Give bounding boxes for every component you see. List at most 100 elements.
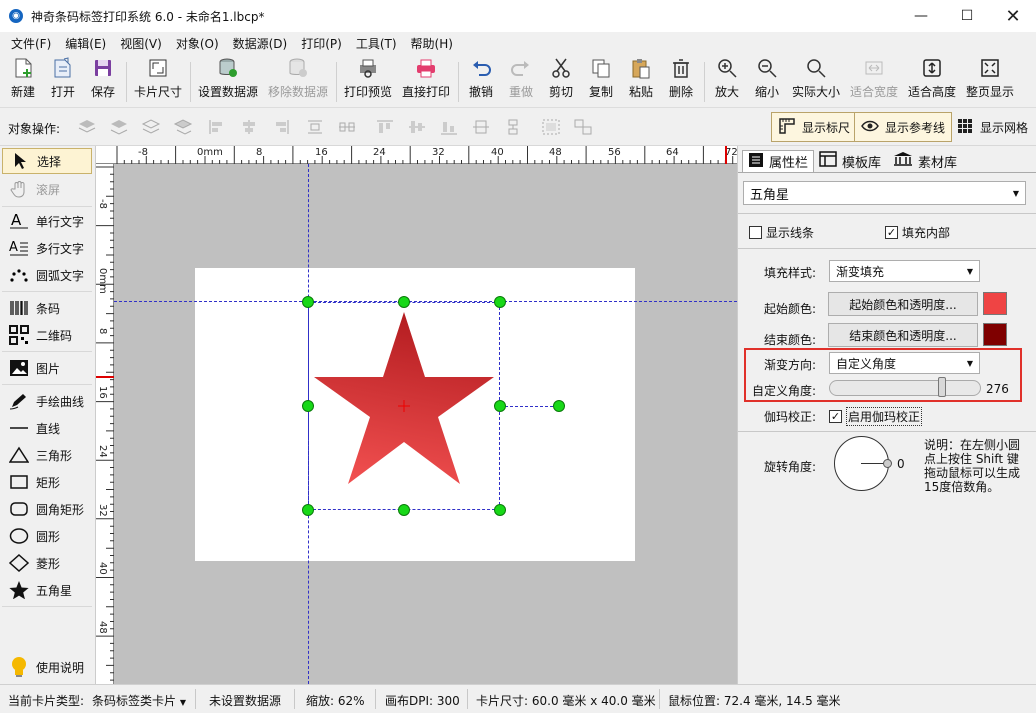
tab-templates[interactable]: 模板库 bbox=[814, 150, 886, 172]
bring-forward-icon[interactable] bbox=[108, 117, 130, 137]
align-middle-icon[interactable] bbox=[406, 117, 428, 137]
same-width-icon[interactable] bbox=[470, 117, 492, 137]
minimize-button[interactable]: — bbox=[898, 0, 944, 32]
menu-datasource[interactable]: 数据源(D) bbox=[226, 32, 295, 56]
show-guides-toggle[interactable]: 显示参考线 bbox=[854, 112, 953, 142]
rectangle-tool[interactable]: 矩形 bbox=[2, 469, 92, 495]
group-icon[interactable] bbox=[540, 117, 562, 137]
card-type-dropdown[interactable]: 条码标签类卡片 ▼ bbox=[92, 692, 186, 709]
menu-edit[interactable]: 编辑(E) bbox=[58, 32, 113, 56]
menu-help[interactable]: 帮助(H) bbox=[404, 32, 460, 56]
resize-handle-n[interactable] bbox=[398, 296, 410, 308]
distribute-horizontal-icon[interactable] bbox=[336, 117, 358, 137]
rotation-dial-knob[interactable] bbox=[883, 459, 892, 468]
multi-line-text-tool[interactable]: A 多行文字 bbox=[2, 235, 92, 261]
cut-button[interactable]: 剪切 bbox=[542, 56, 580, 106]
star-shape[interactable] bbox=[308, 302, 502, 512]
diamond-tool[interactable]: 菱形 bbox=[2, 550, 92, 576]
distribute-vertical-icon[interactable] bbox=[304, 117, 326, 137]
resize-handle-se[interactable] bbox=[494, 504, 506, 516]
print-preview-button[interactable]: 打印预览 bbox=[340, 56, 396, 106]
end-color-button[interactable]: 结束颜色和透明度... bbox=[828, 323, 978, 347]
select-tool[interactable]: 选择 bbox=[2, 148, 92, 174]
remove-datasource-button[interactable]: 移除数据源 bbox=[264, 56, 332, 106]
send-to-back-icon[interactable] bbox=[172, 117, 194, 137]
show-border-checkbox[interactable]: 显示线条 bbox=[749, 224, 814, 241]
align-right-icon[interactable] bbox=[270, 117, 292, 137]
fill-inside-checkbox[interactable]: ✓ 填充内部 bbox=[885, 224, 950, 241]
same-height-icon[interactable] bbox=[502, 117, 524, 137]
card-size-button[interactable]: 卡片尺寸 bbox=[130, 56, 186, 106]
rounded-rectangle-tool[interactable]: 圆角矩形 bbox=[2, 496, 92, 522]
resize-handle-sw[interactable] bbox=[302, 504, 314, 516]
start-color-button[interactable]: 起始颜色和透明度... bbox=[828, 292, 978, 316]
tab-materials[interactable]: 素材库 bbox=[888, 150, 962, 172]
custom-angle-slider-thumb[interactable] bbox=[938, 377, 946, 397]
menu-tools[interactable]: 工具(T) bbox=[349, 32, 404, 56]
show-ruler-toggle[interactable]: 显示标尺 bbox=[771, 112, 858, 142]
menu-print[interactable]: 打印(P) bbox=[294, 32, 349, 56]
line-tool[interactable]: 直线 bbox=[2, 415, 92, 441]
menu-file[interactable]: 文件(F) bbox=[4, 32, 58, 56]
properties-panel: 属性栏 模板库 素材库 五角星 ▼ 显示线条 ✓ 填充内部 填充样式: 渐变填充 ▼ … bbox=[737, 146, 1036, 684]
arc-text-tool[interactable]: 圆弧文字 bbox=[2, 262, 92, 288]
object-type-select[interactable]: 五角星 ▼ bbox=[743, 181, 1026, 205]
barcode-tool[interactable]: 条码 bbox=[2, 295, 92, 321]
single-line-text-tool[interactable]: A 单行文字 bbox=[2, 208, 92, 234]
delete-button[interactable]: 删除 bbox=[662, 56, 700, 106]
end-color-swatch[interactable] bbox=[983, 323, 1007, 346]
database-remove-icon bbox=[286, 56, 310, 80]
zoom-in-button[interactable]: 放大 bbox=[708, 56, 746, 106]
align-top-icon[interactable] bbox=[374, 117, 396, 137]
align-center-icon[interactable] bbox=[238, 117, 260, 137]
triangle-tool[interactable]: 三角形 bbox=[2, 442, 92, 468]
help-tool[interactable]: 使用说明 bbox=[2, 654, 92, 680]
ungroup-icon[interactable] bbox=[572, 117, 594, 137]
fill-style-select[interactable]: 渐变填充 ▼ bbox=[829, 260, 980, 282]
resize-handle-nw[interactable] bbox=[302, 296, 314, 308]
direct-print-button[interactable]: 直接打印 bbox=[398, 56, 454, 106]
ruler-label: -8 bbox=[97, 199, 108, 209]
maximize-button[interactable]: ☐ bbox=[944, 0, 990, 32]
scroll-tool[interactable]: 滚屏 bbox=[2, 176, 92, 202]
copy-button[interactable]: 复制 bbox=[582, 56, 620, 106]
ellipse-tool[interactable]: 圆形 bbox=[2, 523, 92, 549]
fit-page-button[interactable]: 整页显示 bbox=[962, 56, 1018, 106]
zoom-out-button[interactable]: 缩小 bbox=[748, 56, 786, 106]
actual-size-button[interactable]: 实际大小 bbox=[788, 56, 844, 106]
set-datasource-button[interactable]: 设置数据源 bbox=[194, 56, 262, 106]
rotation-handle[interactable] bbox=[553, 400, 565, 412]
send-backward-icon[interactable] bbox=[140, 117, 162, 137]
custom-angle-slider-track[interactable] bbox=[829, 380, 981, 396]
rotation-connector bbox=[500, 406, 558, 407]
new-button[interactable]: 新建 bbox=[4, 56, 42, 106]
resize-handle-ne[interactable] bbox=[494, 296, 506, 308]
show-grid-toggle[interactable]: 显示网格 bbox=[950, 112, 1034, 142]
resize-handle-w[interactable] bbox=[302, 400, 314, 412]
fit-width-button[interactable]: 适合宽度 bbox=[846, 56, 902, 106]
bring-to-front-icon[interactable] bbox=[76, 117, 98, 137]
menu-object[interactable]: 对象(O) bbox=[169, 32, 226, 56]
fit-height-button[interactable]: 适合高度 bbox=[904, 56, 960, 106]
resize-handle-s[interactable] bbox=[398, 504, 410, 516]
undo-button[interactable]: 撤销 bbox=[462, 56, 500, 106]
tab-properties[interactable]: 属性栏 bbox=[742, 150, 815, 172]
close-button[interactable]: ✕ bbox=[990, 0, 1036, 32]
start-color-swatch[interactable] bbox=[983, 292, 1007, 315]
align-left-icon[interactable] bbox=[206, 117, 228, 137]
freehand-tool[interactable]: 手绘曲线 bbox=[2, 388, 92, 414]
save-button[interactable]: 保存 bbox=[84, 56, 122, 106]
align-bottom-icon[interactable] bbox=[438, 117, 460, 137]
resize-handle-e[interactable] bbox=[494, 400, 506, 412]
ruler-label: -8 bbox=[138, 147, 148, 158]
image-tool[interactable]: 图片 bbox=[2, 355, 92, 381]
paste-button[interactable]: 粘贴 bbox=[622, 56, 660, 106]
redo-button[interactable]: 重做 bbox=[502, 56, 540, 106]
open-button[interactable]: 打开 bbox=[44, 56, 82, 106]
menu-view[interactable]: 视图(V) bbox=[113, 32, 169, 56]
qrcode-tool[interactable]: 二维码 bbox=[2, 322, 92, 348]
gamma-checkbox[interactable]: ✓ 启用伽玛校正 bbox=[829, 407, 923, 426]
gradient-direction-select[interactable]: 自定义角度 ▼ bbox=[829, 352, 980, 374]
star-tool[interactable]: 五角星 bbox=[2, 577, 92, 603]
design-canvas[interactable]: -8 0mm 8 16 24 32 40 48 56 64 72 -8 0mm … bbox=[96, 146, 737, 684]
